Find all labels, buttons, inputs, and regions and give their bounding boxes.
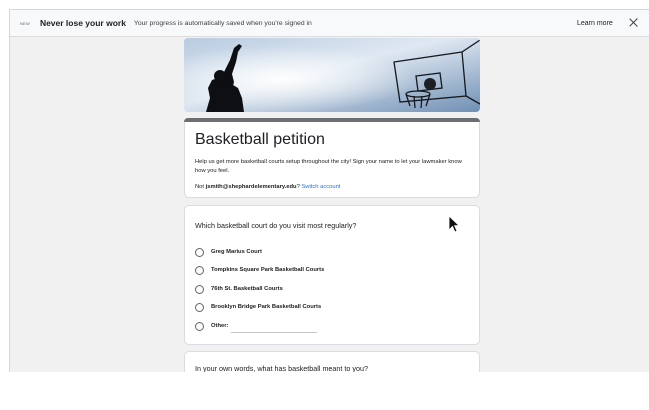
option-brooklyn-bridge-park[interactable]: Brooklyn Bridge Park Basketball Courts (195, 301, 321, 313)
option-tompkins-square-park[interactable]: Tompkins Square Park Basketball Courts (195, 264, 324, 276)
form-title: Basketball petition (195, 131, 325, 148)
option-label: Greg Marius Court (211, 249, 262, 255)
form-page: NEW Never lose your work Your progress i… (9, 9, 649, 372)
banner-title: Never lose your work (39, 18, 126, 28)
new-badge: NEW (20, 20, 30, 26)
close-icon[interactable] (627, 16, 640, 29)
switch-account-link[interactable]: Switch account (301, 184, 340, 190)
option-label: Tompkins Square Park Basketball Courts (211, 267, 325, 273)
form-description: Help us get more basketball courts setup… (195, 159, 462, 174)
radio-button[interactable] (195, 247, 204, 257)
mouse-cursor-icon (448, 215, 460, 233)
form-header-card: Basketball petition Help us get more bas… (184, 118, 480, 198)
radio-button[interactable] (195, 284, 204, 294)
question-card-meaning: In your own words, what has basketball m… (184, 351, 480, 372)
account-prefix: Not (195, 184, 206, 190)
radio-button[interactable] (195, 321, 204, 331)
radio-button[interactable] (195, 265, 204, 275)
account-email: jsmith@shephardelementary.edu (205, 184, 297, 190)
option-greg-marius-court[interactable]: Greg Marius Court (195, 246, 262, 258)
sign-in-banner: NEW Never lose your work Your progress i… (10, 10, 649, 37)
option-other[interactable]: Other: (195, 320, 228, 332)
option-76th-st[interactable]: 76th St. Basketball Courts (195, 283, 283, 295)
option-label: 76th St. Basketball Courts (211, 286, 283, 292)
account-suffix: ? (296, 184, 300, 190)
header-image (184, 38, 480, 112)
question-title: Which basketball court do you visit most… (195, 221, 357, 230)
learn-more-link[interactable]: Learn more (577, 20, 613, 27)
account-line: Not jsmith@shephardelementary.edu? Switc… (195, 184, 340, 190)
theme-bar (184, 118, 480, 122)
option-label: Other: (211, 323, 229, 329)
radio-button[interactable] (195, 302, 204, 312)
question-title: In your own words, what has basketball m… (195, 364, 368, 372)
option-label: Brooklyn Bridge Park Basketball Courts (211, 304, 322, 310)
banner-message: Your progress is automatically saved whe… (133, 19, 312, 27)
other-text-input[interactable] (231, 332, 317, 333)
question-card-court: Which basketball court do you visit most… (184, 205, 480, 345)
